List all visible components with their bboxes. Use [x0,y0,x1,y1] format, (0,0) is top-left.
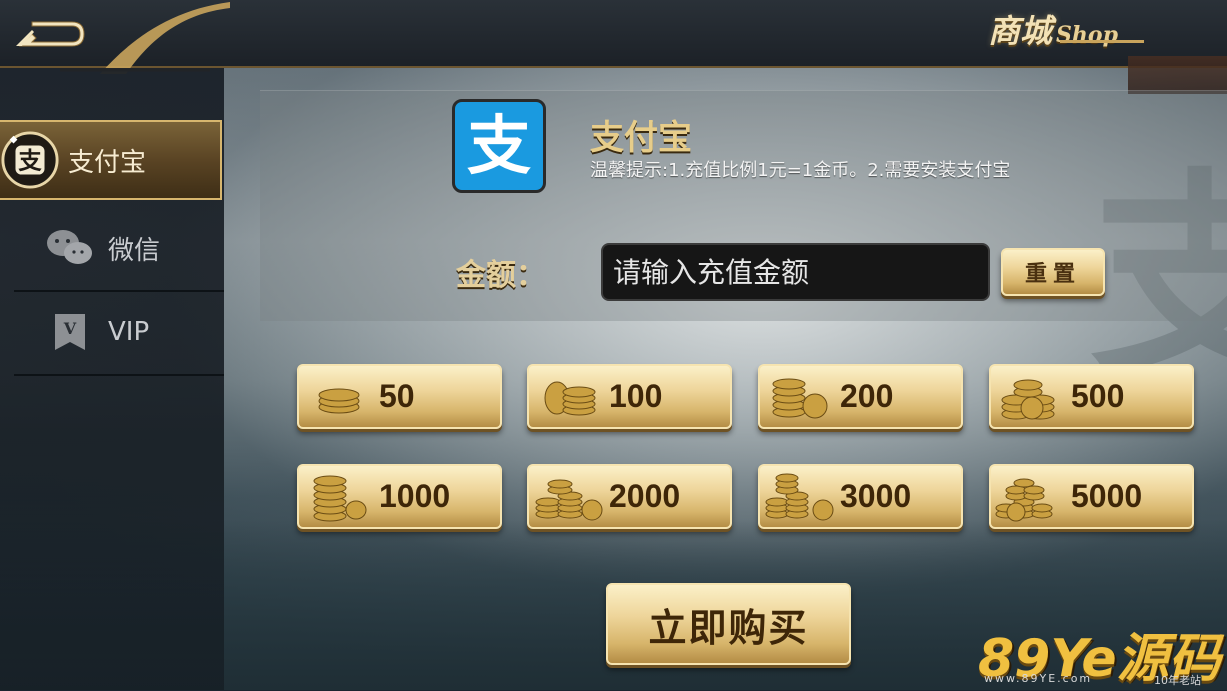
package-value: 3000 [840,478,912,514]
package-button-2000[interactable]: 2000 [527,464,732,529]
wechat-icon [40,218,100,278]
amount-label: 金额： [456,258,546,293]
sidebar-item-label: 微信 [108,235,161,266]
sidebar-item-alipay[interactable]: 支 支付宝 [0,120,222,200]
reset-button[interactable]: 重置 [1001,248,1105,296]
package-value: 100 [609,378,663,414]
package-button-5000[interactable]: 5000 [989,464,1194,529]
package-button-1000[interactable]: 1000 [297,464,502,529]
alipay-circle-icon: 支 [0,130,60,190]
alipay-logo-icon: 支 [452,99,546,193]
coin-pile-icon [529,467,609,527]
svg-text:V: V [63,319,77,338]
watermark-url: www.89YE.com [984,672,1093,685]
svg-text:支: 支 [467,110,531,184]
package-value: 500 [1071,378,1125,414]
package-button-3000[interactable]: 3000 [758,464,963,529]
buy-now-label: 立即购买 [648,605,809,650]
package-button-500[interactable]: 500 [989,364,1194,429]
back-arrow-icon [16,21,85,47]
sidebar-item-wechat[interactable]: 微信 [14,206,224,292]
payment-method-title: 支付宝 [590,118,692,158]
package-value: 200 [840,378,894,414]
package-value: 2000 [609,478,681,514]
shop-title-cn: 商城 [988,12,1053,50]
package-button-50[interactable]: 50 [297,364,502,429]
coin-pile-icon [991,467,1071,527]
package-button-200[interactable]: 200 [758,364,963,429]
shop-title-underline [1060,40,1144,43]
vip-icon: V [40,302,100,362]
sidebar: 支 支付宝 微信 V VIP [0,68,224,690]
coin-stack-icon [760,367,840,427]
watermark-tag: 10年老站 [1154,674,1201,687]
reset-button-label: 重置 [1024,262,1081,287]
payment-tip: 温馨提示:1.充值比例1元=1金币。2.需要安装支付宝 [590,160,1011,181]
sidebar-item-vip[interactable]: V VIP [14,290,224,376]
coin-pile-icon [299,467,379,527]
sidebar-item-label: 支付宝 [68,147,147,178]
coin-stack-icon [991,367,1071,427]
shop-title: 商城 Shop [988,6,1148,52]
amount-input[interactable] [601,243,990,301]
site-watermark-logo: 89Ye源码 www.89YE.com 10年老站 [978,616,1227,690]
coin-stack-icon [299,367,379,427]
coin-pile-icon [760,467,840,527]
package-value: 50 [379,378,415,414]
back-button[interactable] [12,8,90,56]
coin-stack-icon [529,367,609,427]
package-value: 1000 [379,478,451,514]
package-value: 5000 [1071,478,1143,514]
svg-text:支: 支 [18,148,42,175]
buy-now-button[interactable]: 立即购买 [606,583,851,665]
package-button-100[interactable]: 100 [527,364,732,429]
shop-title-en: Shop [1056,22,1118,48]
sidebar-item-label: VIP [108,317,150,347]
roof-ornament-decoration [1128,56,1227,94]
